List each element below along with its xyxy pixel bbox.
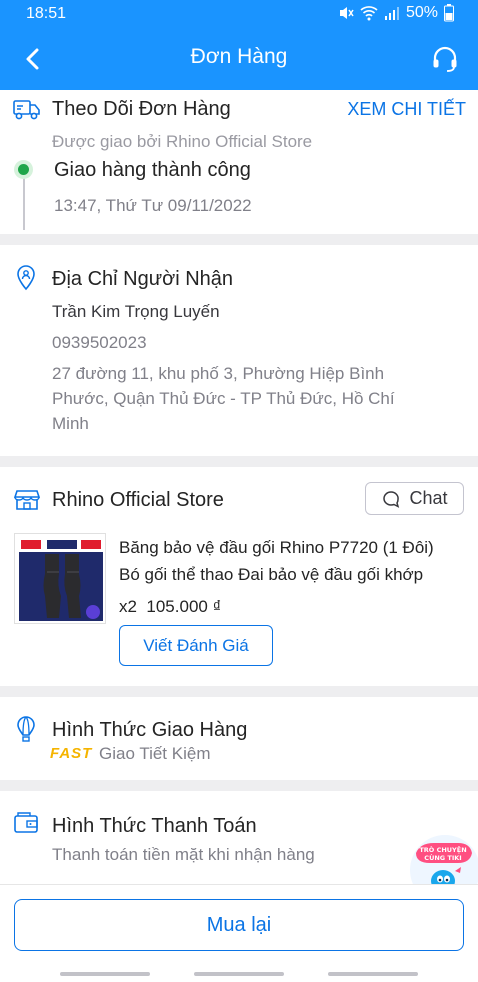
product-thumbnail[interactable] [14, 533, 106, 624]
delivery-status: Giao hàng thành công [54, 159, 251, 181]
bottom-action-bar: Mua lại [0, 884, 478, 966]
battery-percent: 50% [405, 4, 438, 21]
address-title: Địa Chỉ Người Nhận [52, 268, 234, 290]
signal-icon [384, 7, 399, 20]
store-icon [14, 490, 40, 510]
status-time: 18:51 [26, 5, 67, 22]
address-line-3: Minh [52, 414, 89, 433]
write-review-button[interactable]: Viết Đánh Giá [119, 625, 273, 666]
status-bar: 18:51 50% [0, 0, 478, 30]
recipient-phone: 0939502023 [52, 333, 147, 352]
wifi-icon [360, 6, 378, 21]
chat-button[interactable]: Chat [365, 482, 464, 515]
system-nav-bar [0, 966, 478, 982]
shipping-title: Hình Thức Giao Hàng [52, 719, 248, 741]
buy-again-button[interactable]: Mua lại [14, 899, 464, 951]
product-title-line-2[interactable]: Bó gối thể thao Đai bảo vệ đầu gối khớp [119, 565, 423, 585]
product-title-line-1[interactable]: Băng bảo vệ đầu gối Rhino P7720 (1 Đôi) [119, 538, 434, 558]
recipient-name: Trần Kim Trọng Luyến [52, 302, 220, 321]
view-details-link[interactable]: XEM CHI TIẾT [347, 99, 466, 120]
app-bar: Đơn Hàng [0, 30, 478, 90]
headset-support-icon[interactable] [430, 44, 460, 74]
battery-icon [444, 4, 454, 22]
shipping-method: Giao Tiết Kiệm [99, 744, 211, 763]
chat-bubble-icon [383, 490, 400, 508]
address-line-2: Phước, Quận Thủ Đức - TP Thủ Đức, Hồ Chí [52, 389, 395, 408]
hot-air-balloon-icon [17, 716, 35, 742]
chat-bubble-line-1: TRÒ CHUYỆN [419, 845, 466, 854]
product-qty-price: x2 105.000 ₫ [119, 597, 222, 616]
address-line-1: 27 đường 11, khu phố 3, Phường Hiệp Bình [52, 364, 385, 383]
knee-brace-image [15, 534, 105, 623]
payment-title: Hình Thức Thanh Toán [52, 815, 257, 837]
wallet-icon [14, 812, 38, 833]
delivery-truck-icon [13, 100, 40, 120]
chat-bubble-line-2: CÙNG TIKI [424, 853, 461, 862]
status-dot-inner [18, 164, 29, 175]
mute-icon [339, 7, 354, 19]
divider [0, 686, 478, 697]
nav-recents[interactable] [60, 972, 150, 976]
nav-home[interactable] [194, 972, 284, 976]
store-name[interactable]: Rhino Official Store [52, 489, 224, 512]
tracking-title: Theo Dõi Đơn Hàng [52, 98, 231, 120]
timeline-line [23, 178, 25, 230]
nav-back[interactable] [328, 972, 418, 976]
divider [0, 234, 478, 245]
divider [0, 780, 478, 791]
delivered-by-text: Được giao bởi Rhino Official Store [52, 132, 313, 151]
delivery-timestamp: 13:47, Thứ Tư 09/11/2022 [54, 196, 252, 215]
divider [0, 456, 478, 467]
payment-method: Thanh toán tiền mặt khi nhận hàng [52, 845, 315, 864]
chat-label: Chat [409, 488, 448, 508]
fast-badge: FAST [50, 745, 93, 762]
location-pin-icon [17, 265, 35, 291]
page-title: Đơn Hàng [190, 45, 288, 68]
